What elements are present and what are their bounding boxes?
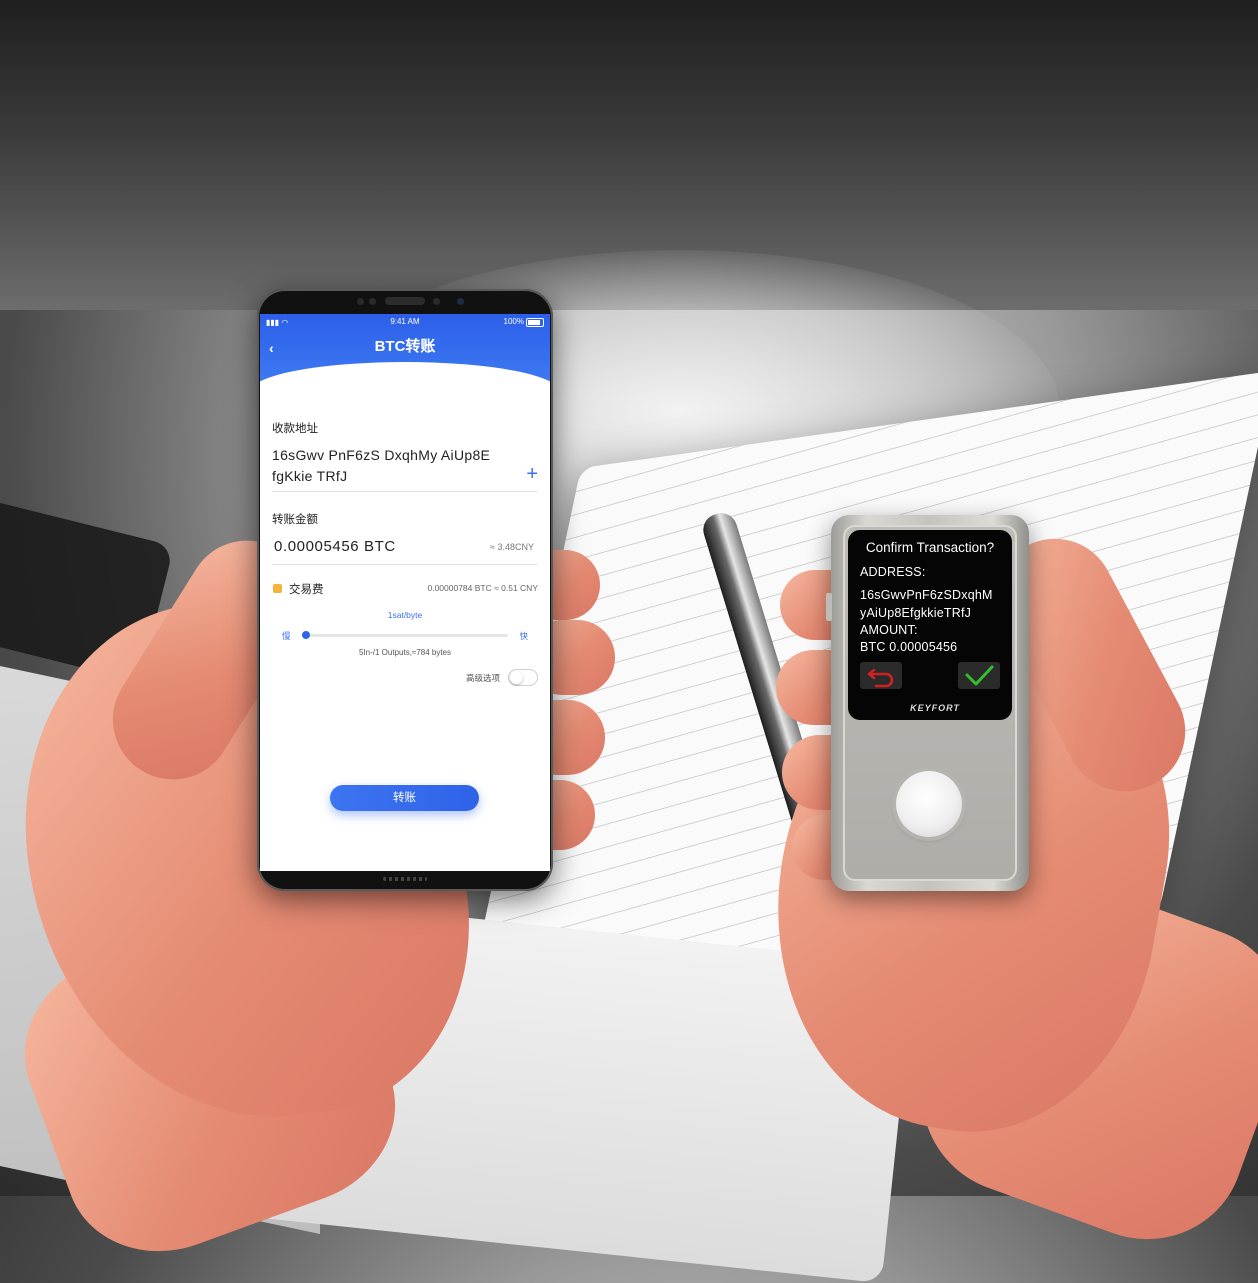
fee-slider-thumb[interactable] [302,631,310,639]
status-bar: ▮▮▮ ◠ 9:41 AM 100% [260,316,550,328]
battery-percent: 100% [503,317,524,326]
recipient-label: 收款地址 [272,423,318,435]
fee-label: 交易费 [289,584,324,596]
recipient-address-field[interactable]: 16sGwv PnF6zS DxqhMy AiUp8E fgKkie TRfJ [272,445,517,487]
address-line: 16sGwv PnF6zS DxqhMy AiUp8E [272,447,491,463]
fee-rate: 1sat/byte [387,610,423,620]
device-address-line: yAiUp8EfgkkieTRfJ [860,606,972,620]
device-address-line: 16sGwvPnF6zSDxqhM [860,588,993,602]
device-face: Confirm Transaction? ADDRESS: 16sGwvPnF6… [843,525,1017,881]
fee-icon [273,584,282,593]
divider [272,564,538,565]
fee-value: 0.00000784 BTC ≈ 0.51 CNY [427,583,538,593]
fee-fast-label: 快 [519,631,528,641]
amount-fiat-value: ≈ 3.48CNY [490,542,534,552]
reject-button[interactable] [860,662,902,689]
header-wave [260,362,550,412]
address-line: fgKkie TRfJ [272,468,348,484]
checkmark-icon [965,665,994,686]
side-button[interactable] [826,593,832,621]
advanced-options-label: 高级选项 [465,673,500,683]
divider [272,491,538,492]
fee-slider[interactable] [302,631,508,639]
battery-icon [526,318,544,327]
device-screen: Confirm Transaction? ADDRESS: 16sGwvPnF6… [848,530,1012,720]
transfer-button[interactable]: 转账 [330,785,479,811]
add-address-icon[interactable]: + [526,464,538,484]
device-amount: BTC 0.00005456 [860,640,958,654]
page-title: BTC转账 [374,338,436,355]
amount-input[interactable]: 0.00005456 BTC [274,538,396,555]
undo-arrow-icon [867,668,894,688]
confirm-button[interactable] [958,662,1000,689]
sensor-dot [369,298,376,305]
tx-size-info: 5In-/1 Outputs,≈784 bytes [359,648,451,657]
home-indicator [383,877,427,881]
earpiece-speaker [385,297,425,305]
phone-top-bezel [257,289,553,315]
sensor-dot [433,298,440,305]
hardware-wallet: Confirm Transaction? ADDRESS: 16sGwvPnF6… [826,515,1029,891]
amount-label: 转账金额 [272,514,318,526]
front-camera [457,298,464,305]
confirm-title: Confirm Transaction? [865,540,995,555]
brand-logo: KEYFORT [910,703,960,713]
fingerprint-button[interactable] [896,771,962,837]
fee-slow-label: 慢 [282,631,291,641]
advanced-options-toggle[interactable] [508,669,538,686]
address-label: ADDRESS: [860,565,926,579]
sensor-dot [357,298,364,305]
amount-label: AMOUNT: [860,623,918,637]
toggle-knob [510,671,523,684]
phone-screen: ▮▮▮ ◠ 9:41 AM 100% ‹ BTC转账 收款地址 16sGwv P… [260,314,550,871]
smartphone: ▮▮▮ ◠ 9:41 AM 100% ‹ BTC转账 收款地址 16sGwv P… [257,289,553,891]
